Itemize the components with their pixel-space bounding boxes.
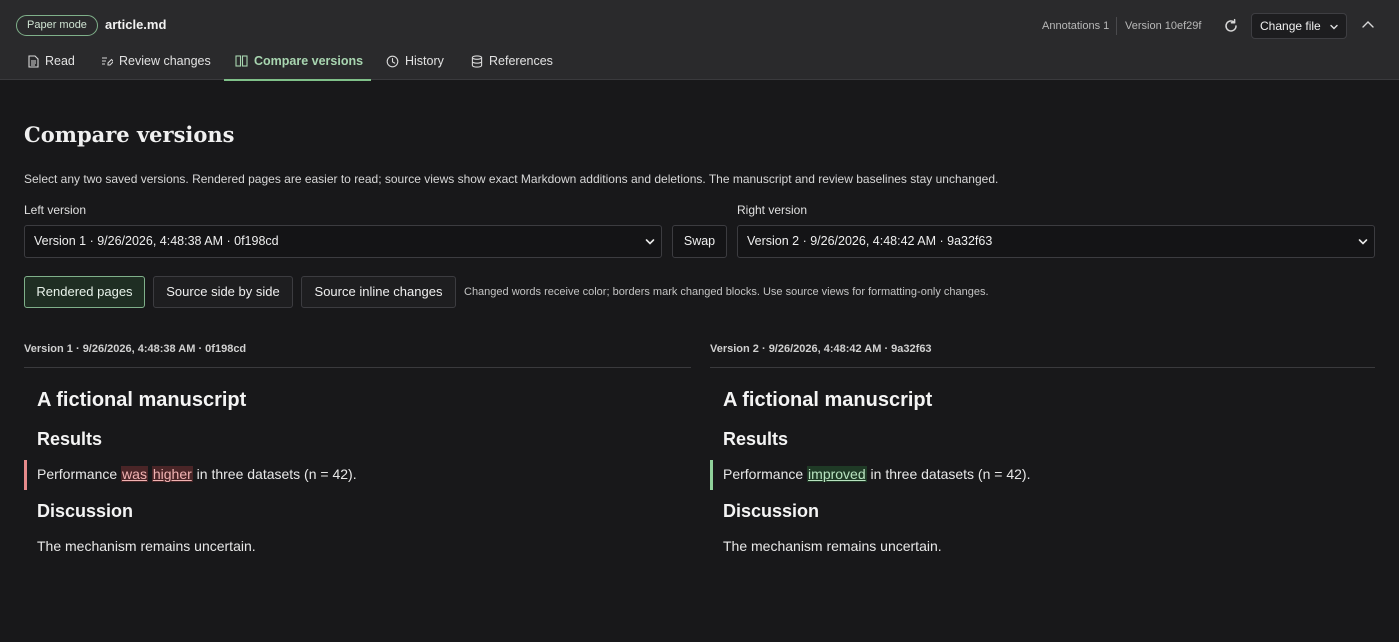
change-file-button[interactable]: Change file [1251,13,1347,39]
chevron-down-icon [1330,24,1338,30]
right-doc-discussion-paragraph: The mechanism remains uncertain. [723,538,942,554]
paper-mode-badge[interactable]: Paper mode [16,15,98,36]
file-name: article.md [105,17,167,32]
deletion-block-marker [24,460,27,490]
annotations-count: Annotations 1 [1042,20,1110,32]
right-doc-results-paragraph: Performance improved in three datasets (… [723,466,1030,482]
change-file-label: Change file [1260,19,1321,33]
right-version-heading: Version 2 · 9/26/2026, 4:48:42 AM · 9a32… [710,343,1375,368]
chevron-up-icon[interactable] [1359,16,1377,34]
left-doc-discussion-heading: Discussion [37,501,134,521]
tab-label: History [405,54,444,68]
right-doc-results-heading: Results [723,429,789,449]
rendered-pages-button[interactable]: Rendered pages [24,276,145,308]
deleted-word: higher [151,466,193,482]
text-segment: in three datasets (n = 42). [866,466,1031,482]
page-title: Compare versions [24,122,235,147]
chevron-down-icon [645,239,655,245]
page-description: Select any two saved versions. Rendered … [24,172,999,186]
database-icon [471,55,483,68]
tab-label: Read [45,54,75,68]
view-hint: Changed words receive color; borders mar… [464,286,989,298]
left-version-select[interactable]: Version 1 · 9/26/2026, 4:48:38 AM · 0f19… [24,225,662,258]
text-segment: in three datasets (n = 42). [192,466,357,482]
swap-button[interactable]: Swap [672,225,727,258]
tab-read[interactable]: Read [28,47,76,80]
left-doc-results-paragraph: Performance was higher in three datasets… [37,466,357,482]
document-icon [28,55,39,68]
left-doc-title: A fictional manuscript [37,389,247,411]
left-doc-results-heading: Results [37,429,103,449]
tab-label: References [489,54,553,68]
source-side-by-side-button[interactable]: Source side by side [153,276,293,308]
chevron-down-icon [1358,239,1368,245]
columns-icon [235,55,248,67]
left-version-label: Left version [24,203,87,217]
tab-history[interactable]: History [386,47,450,80]
tab-review-changes[interactable]: Review changes [101,47,213,80]
left-doc-discussion-paragraph: The mechanism remains uncertain. [37,538,256,554]
text-segment: Performance [37,466,122,482]
tab-label: Review changes [119,54,211,68]
right-version-value: Version 2 · 9/26/2026, 4:48:42 AM · 9a32… [747,234,993,248]
right-doc-title: A fictional manuscript [723,389,933,411]
source-inline-changes-button[interactable]: Source inline changes [301,276,456,308]
text-segment: Performance [723,466,808,482]
left-version-value: Version 1 · 9/26/2026, 4:48:38 AM · 0f19… [34,234,279,248]
inserted-word: improved [807,466,867,482]
tab-compare-versions[interactable]: Compare versions [224,47,371,81]
meta-divider [1116,17,1117,35]
deleted-word: was [121,466,148,482]
refresh-icon[interactable] [1221,16,1241,36]
version-id: Version 10ef29f [1125,20,1202,32]
right-version-select[interactable]: Version 2 · 9/26/2026, 4:48:42 AM · 9a32… [737,225,1375,258]
right-doc-discussion-heading: Discussion [723,501,820,521]
right-version-label: Right version [737,203,808,217]
clock-icon [386,55,399,68]
tab-label: Compare versions [254,54,364,68]
left-version-heading: Version 1 · 9/26/2026, 4:48:38 AM · 0f19… [24,343,691,368]
tab-references[interactable]: References [471,47,561,80]
top-bar: Paper mode article.md Annotations 1 Vers… [0,0,1399,81]
insertion-block-marker [710,460,713,490]
edit-icon [102,57,113,66]
